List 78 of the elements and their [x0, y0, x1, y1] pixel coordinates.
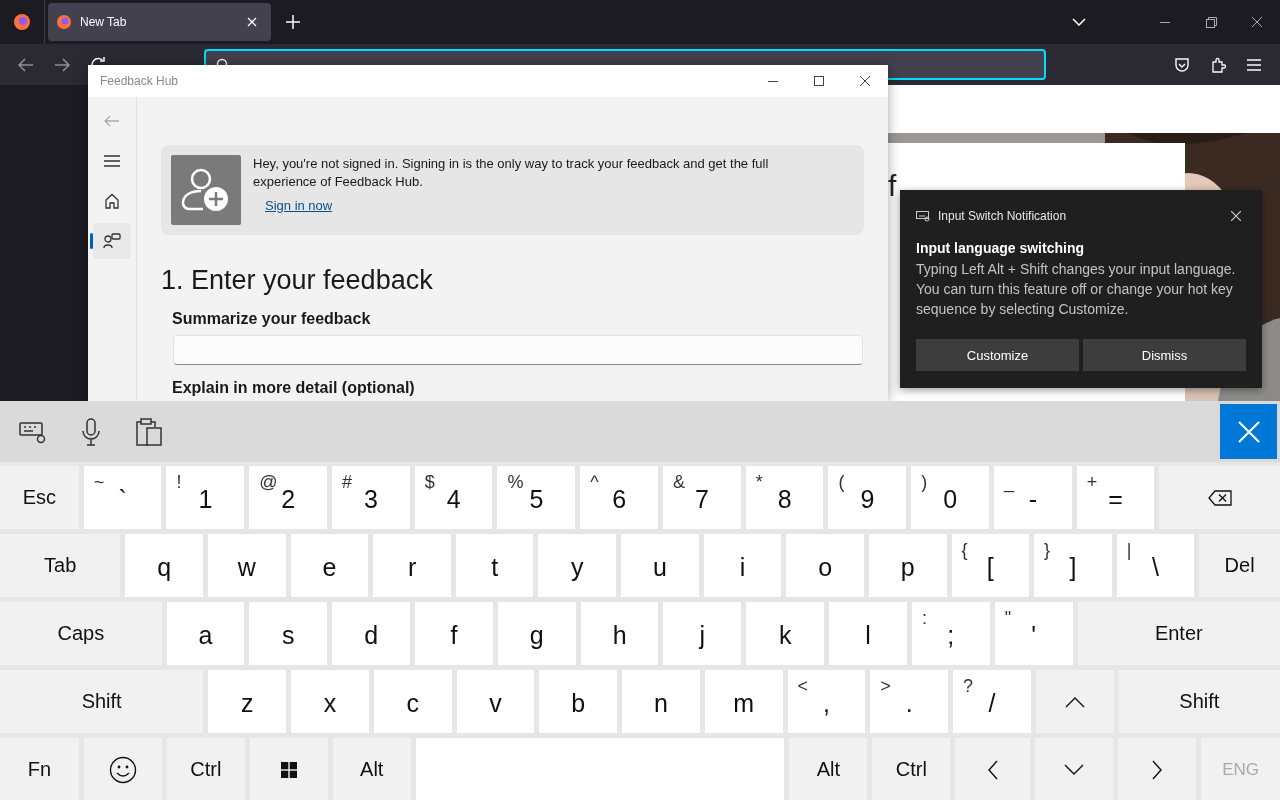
- field-label: Explain in more detail (optional): [172, 379, 416, 397]
- key-symbol: n: [654, 688, 668, 718]
- shift-symbol: +: [1086, 472, 1098, 493]
- key-symbol: 0: [943, 484, 958, 514]
- key-symbol: r: [407, 552, 417, 582]
- shift-symbol: &: [673, 472, 685, 493]
- key-symbol: -: [1028, 484, 1037, 514]
- key-symbol: 6: [612, 484, 627, 514]
- shift-symbol: @: [259, 472, 278, 493]
- sign-in-message: Hey, you're not signed in. Signing in is the only way to track your feedback and get the full experience of Feedback Hub.: [253, 155, 770, 191]
- key-symbol: =: [1108, 484, 1123, 514]
- key-symbol: q: [157, 552, 172, 582]
- key-symbol: 8: [777, 484, 792, 514]
- shift-symbol: *: [755, 472, 763, 493]
- window-title: Feedback Hub: [99, 74, 180, 88]
- key-symbol: 9: [860, 484, 875, 514]
- shift-symbol: (: [838, 472, 845, 493]
- key-symbol: f: [450, 620, 458, 650]
- page-heading: f: [888, 171, 897, 201]
- key-symbol: .: [905, 688, 913, 718]
- key-symbol: b: [571, 688, 586, 718]
- shift-symbol: %: [507, 472, 524, 493]
- key-symbol: 3: [363, 484, 378, 514]
- key-symbol: t: [491, 552, 499, 582]
- key-symbol: g: [529, 620, 544, 650]
- key-symbol: a: [198, 620, 213, 650]
- shift-symbol: <: [797, 676, 809, 697]
- shift-symbol: $: [424, 472, 435, 493]
- shift-symbol: :: [921, 608, 927, 629]
- notification-app-name: Input Switch Notification: [938, 209, 1068, 223]
- key-symbol: x: [323, 688, 337, 718]
- key-symbol: ': [1031, 620, 1037, 650]
- shift-symbol: ": [1004, 608, 1012, 629]
- key-symbol: 7: [694, 484, 709, 514]
- key-symbol: z: [240, 688, 254, 718]
- key-symbol: k: [778, 620, 792, 650]
- key-symbol: y: [571, 552, 584, 582]
- key-symbol: o: [818, 552, 833, 582]
- key-symbol: l: [865, 620, 871, 650]
- key-symbol: ,: [822, 688, 830, 718]
- key-symbol: 1: [198, 484, 213, 514]
- shift-symbol: ?: [963, 676, 974, 697]
- notification-title: Input language switching: [916, 240, 1085, 256]
- notification-body: Typing Left Alt + Shift changes your input language. You can turn this feature off or change your hot key sequence by selecting Customize.: [916, 260, 1236, 319]
- key-symbol: d: [364, 620, 379, 650]
- shift-symbol: ~: [93, 472, 105, 493]
- key-symbol: c: [406, 688, 419, 718]
- key-symbol: \: [1152, 552, 1159, 582]
- key-symbol: e: [322, 552, 337, 582]
- shift-symbol: #: [342, 472, 352, 493]
- key-symbol: m: [733, 688, 755, 718]
- key-symbol: ]: [1069, 552, 1077, 582]
- key-symbol: w: [237, 552, 256, 582]
- shift-symbol: ^: [590, 472, 599, 493]
- key-symbol: u: [652, 552, 667, 582]
- key-symbol: i: [739, 552, 746, 582]
- key-symbol: 4: [446, 484, 461, 514]
- key-symbol: 5: [529, 484, 544, 514]
- shift-symbol: >: [880, 676, 891, 697]
- shift-symbol: |: [1126, 540, 1132, 561]
- tab-title: New Tab: [80, 15, 128, 29]
- field-label: Summarize your feedback: [172, 310, 372, 328]
- key-symbol: 2: [281, 484, 296, 514]
- key-symbol: /: [988, 688, 996, 718]
- key-symbol: s: [282, 620, 295, 650]
- key-symbol: h: [612, 620, 627, 650]
- shift-symbol: {: [961, 540, 968, 561]
- shift-symbol: _: [1004, 472, 1014, 493]
- key-symbol: p: [900, 552, 915, 582]
- key-symbol: j: [699, 620, 706, 650]
- shift-symbol: }: [1044, 540, 1051, 561]
- section-heading: 1. Enter your feedback: [161, 265, 434, 296]
- key-symbol: [: [986, 552, 994, 582]
- shift-symbol: ): [921, 472, 928, 493]
- key-symbol: v: [489, 688, 502, 718]
- key-symbol: ;: [947, 620, 955, 650]
- shift-symbol: !: [176, 472, 182, 493]
- key-symbol: `: [118, 484, 127, 514]
